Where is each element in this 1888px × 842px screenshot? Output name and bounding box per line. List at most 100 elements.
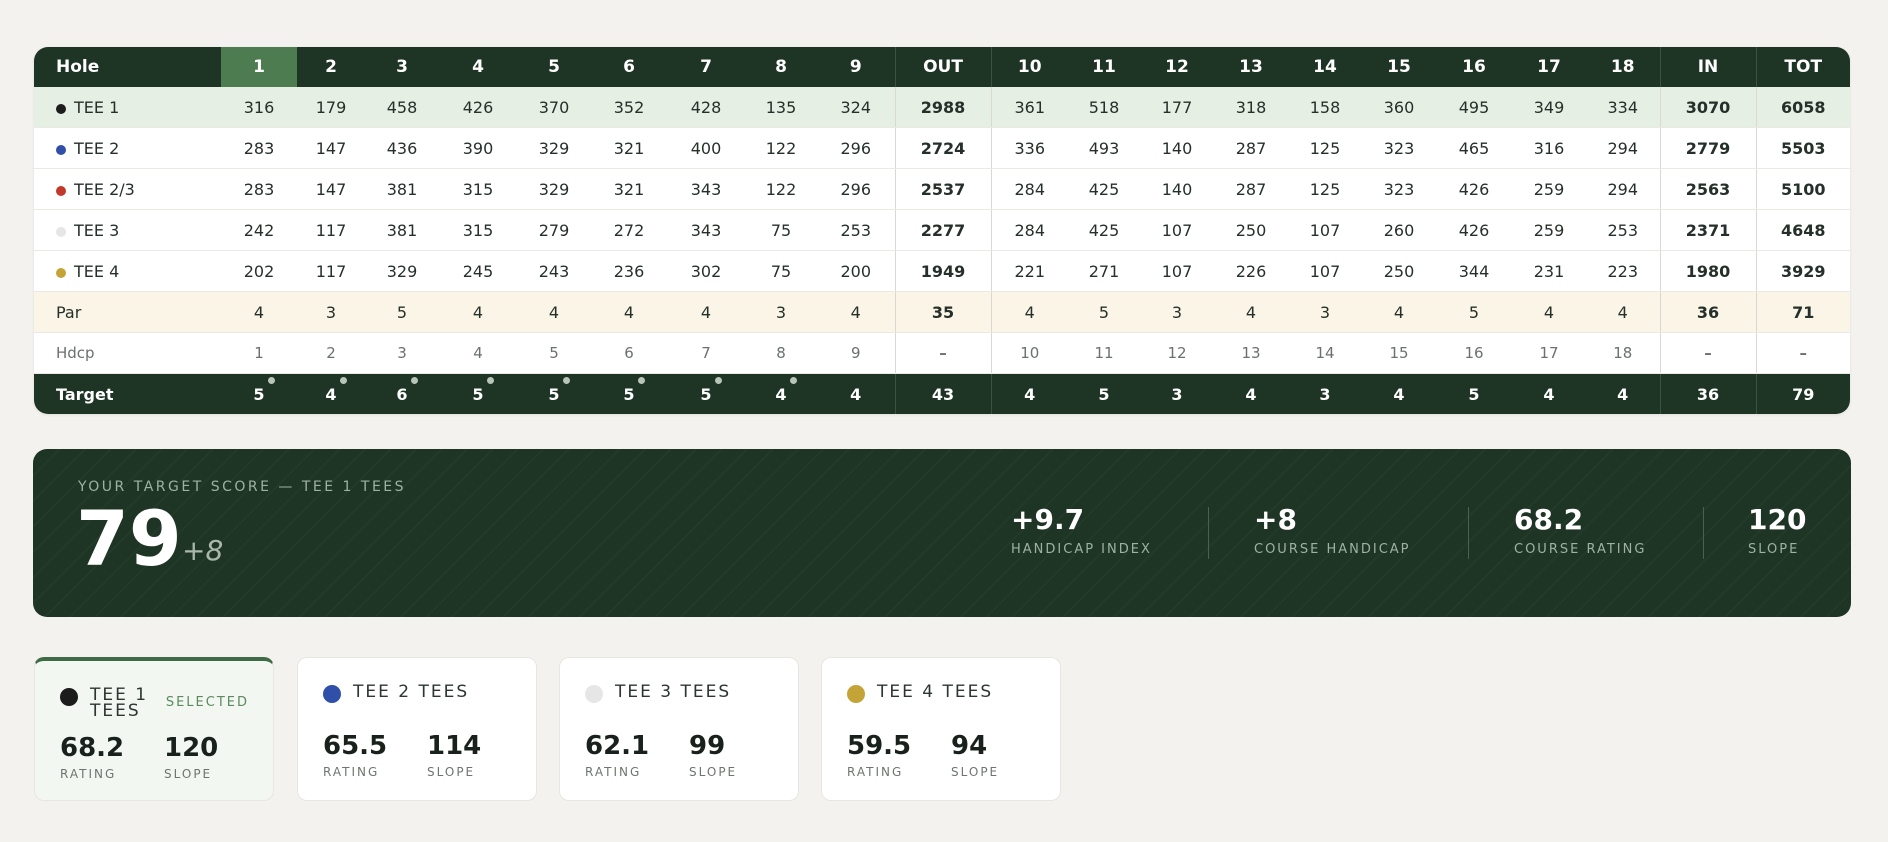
header-hole-18[interactable]: 18 [1586,47,1660,87]
slope-value: 99 [689,731,726,761]
score-cell: 231 [1512,250,1586,292]
score-cell: 13 [1214,332,1288,374]
score-cell: 75 [745,209,817,251]
tee-color-dot-icon [585,685,603,703]
score-cell: 4 [1586,291,1660,333]
tee-row-tee-2: TEE 2 283 147 436 390 329 321 400 122 296 2724 336 4… [34,127,1850,169]
score-cell: 4 [221,291,297,333]
score-cell: 200 [817,250,895,292]
score-cell: 4 [1362,373,1436,414]
header-hole-2[interactable]: 2 [297,47,365,87]
tee-card-tee-3[interactable]: TEE 3 TEES 62.1 RATING 99 SLOPE [559,657,799,801]
header-hole-8[interactable]: 8 [745,47,817,87]
stat-label: COURSE RATING [1514,541,1647,557]
stat-course-rating: 68.2 COURSE RATING [1514,504,1647,557]
stat-divider [1703,507,1704,559]
scorecard-table: Hole 1 2 3 4 5 6 7 8 9 OUT 10 11 12 13 1… [34,47,1850,414]
score-cell: 4 [1214,373,1288,414]
score-cell: 6 [365,373,439,414]
slope-label: SLOPE [951,764,1000,779]
score-cell: 117 [297,209,365,251]
score-cell: 4 [990,291,1068,333]
score-cell: 4 [990,373,1068,414]
tee-card-header: TEE 2 TEES [323,684,469,703]
tee-card-slope: 114 SLOPE [427,732,481,779]
header-out: OUT [894,47,991,87]
target-score-panel: YOUR TARGET SCORE — TEE 1 TEES 79 +8 +9.… [33,449,1851,617]
score-cell: 2563 [1659,168,1756,210]
tee-row-tee-4: TEE 4 202 117 329 245 243 236 302 75 200 1949 221 27… [34,250,1850,292]
target-score-value: 79 [76,494,182,583]
header-hole-16[interactable]: 16 [1436,47,1512,87]
header-hole-5[interactable]: 5 [517,47,591,87]
score-cell: 5100 [1755,168,1850,210]
score-cell: 6 [591,332,667,374]
tee-color-dot-icon [323,685,341,703]
score-cell: 4 [667,291,745,333]
score-cell: 381 [365,209,439,251]
score-cell: 5 [1436,373,1512,414]
score-cell: 296 [817,168,895,210]
score-cell: 425 [1068,168,1140,210]
tee-card-name: TEE 4 TEES [877,682,994,702]
score-cell: 12 [1140,332,1214,374]
score-cell: 343 [667,168,745,210]
header-hole-12[interactable]: 12 [1140,47,1214,87]
handicap-stroke-dot-icon [410,376,418,384]
score-cell: 329 [517,127,591,169]
score-cell: 202 [221,250,297,292]
slope-value: 114 [427,731,482,761]
score-cell: 493 [1068,127,1140,169]
tee-card-rating: 68.2 RATING [60,734,124,781]
handicap-stroke-dot-icon [486,376,494,384]
stat-label: HANDICAP INDEX [1011,541,1152,557]
header-hole-10[interactable]: 10 [990,47,1068,87]
target-value: 5 [472,376,494,404]
header-hole-14[interactable]: 14 [1288,47,1362,87]
handicap-stroke-dot-icon [339,376,347,384]
header-hole-4[interactable]: 4 [439,47,517,87]
score-cell: 135 [745,87,817,128]
header-hole-13[interactable]: 13 [1214,47,1288,87]
row-label: TEE 2 [34,127,221,169]
header-in: IN [1659,47,1756,87]
hdcp-row: Hdcp 1 2 3 4 5 6 7 8 9–10 11 12 13 14 15 16 17 18– – [34,332,1850,374]
tee-color-dot-icon [56,267,66,278]
score-cell: 5 [591,373,667,414]
score-cell: 16 [1436,332,1512,374]
score-cell: 315 [439,168,517,210]
tee-card-tee-4[interactable]: TEE 4 TEES 59.5 RATING 94 SLOPE [821,657,1061,801]
score-cell: 302 [667,250,745,292]
score-cell: 107 [1288,209,1362,251]
tee-color-dot-icon [847,685,865,703]
header-hole-6[interactable]: 6 [591,47,667,87]
score-cell: 140 [1140,127,1214,169]
score-cell: 426 [1436,209,1512,251]
score-cell: 2988 [894,87,991,128]
score-cell: 75 [745,250,817,292]
tee-card-tee-2[interactable]: TEE 2 TEES 65.5 RATING 114 SLOPE [297,657,537,801]
header-hole-11[interactable]: 11 [1068,47,1140,87]
header-hole-17[interactable]: 17 [1512,47,1586,87]
header-hole-9[interactable]: 9 [817,47,895,87]
score-cell: 125 [1288,168,1362,210]
row-label: TEE 3 [34,209,221,251]
score-cell: 344 [1436,250,1512,292]
target-score-label: YOUR TARGET SCORE — TEE 1 TEES [78,479,407,495]
score-cell: 5503 [1755,127,1850,169]
header-hole-3[interactable]: 3 [365,47,439,87]
header-hole-15[interactable]: 15 [1362,47,1436,87]
score-cell: 11 [1068,332,1140,374]
header-hole-1[interactable]: 1 [221,47,297,87]
score-cell: 336 [990,127,1068,169]
score-cell: 272 [591,209,667,251]
score-cell: 287 [1214,168,1288,210]
tee-card-tee-1[interactable]: TEE 1 TEES SELECTED 68.2 RATING 120 SLOP… [34,657,274,801]
score-cell: 4 [439,332,517,374]
score-cell: 321 [591,127,667,169]
score-cell: 226 [1214,250,1288,292]
header-hole-7[interactable]: 7 [667,47,745,87]
score-cell: 35 [894,291,991,333]
rating-label: RATING [323,764,380,779]
score-cell: 147 [297,127,365,169]
